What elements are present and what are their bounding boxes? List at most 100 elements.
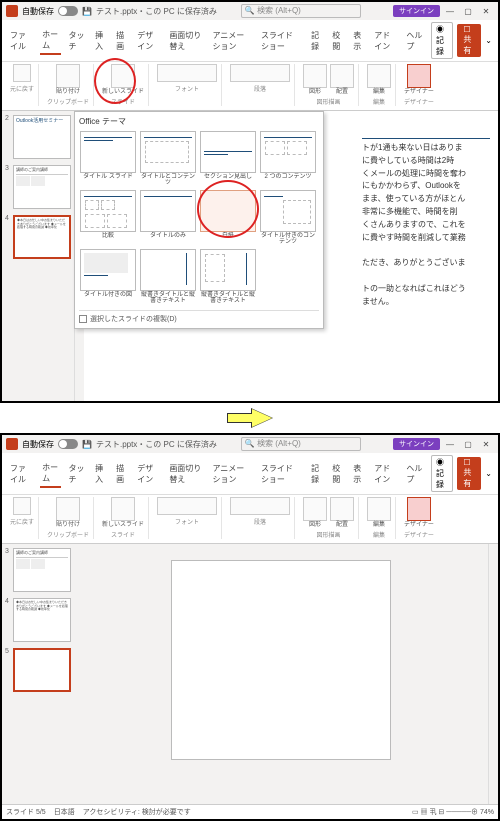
- autosave-toggle[interactable]: [58, 439, 78, 449]
- group-font: フォント: [175, 84, 199, 93]
- tab-addins[interactable]: アドイン: [372, 461, 398, 487]
- app-icon: [6, 5, 18, 17]
- tab-animations[interactable]: アニメーション: [210, 28, 252, 54]
- group-clipboard: クリップボード: [47, 97, 89, 106]
- language-indicator[interactable]: 日本語: [54, 807, 75, 817]
- edit-button[interactable]: [367, 64, 391, 88]
- layout-title-only[interactable]: タイトルのみ: [139, 190, 197, 247]
- para-box[interactable]: [230, 64, 290, 82]
- signin-button[interactable]: サインイン: [393, 5, 440, 17]
- layout-title-slide[interactable]: タイトル スライド: [79, 131, 137, 188]
- save-icon[interactable]: 💾: [82, 7, 92, 16]
- para-box[interactable]: [230, 497, 290, 515]
- status-bar: スライド 5/5 日本語 アクセシビリティ: 検討が必要です ▭ ▦ 丮 ⊟ ─…: [2, 804, 498, 819]
- layout-title-content[interactable]: タイトルとコンテンツ: [139, 131, 197, 188]
- tab-touch[interactable]: タッチ: [67, 28, 88, 54]
- tab-review[interactable]: 校閲: [330, 461, 345, 487]
- group-edit: 編集: [373, 97, 385, 106]
- tab-slideshow[interactable]: スライド ショー: [259, 461, 303, 487]
- tab-file[interactable]: ファイル: [8, 461, 34, 487]
- tab-home[interactable]: ホーム: [40, 460, 60, 488]
- screenshot-before: 自動保存 💾 テスト.pptx・この PC に保存済み 🔍 検索 (Alt+Q)…: [0, 0, 500, 403]
- layout-vertical-title-1[interactable]: 縦書きタイトルと縦書きテキスト: [139, 249, 197, 306]
- gallery-duplicate-option[interactable]: 選択したスライドの複製(D): [79, 310, 319, 324]
- tab-transitions[interactable]: 画面切り替え: [167, 28, 204, 54]
- paste-icon[interactable]: [56, 64, 80, 88]
- tab-touch[interactable]: タッチ: [67, 461, 88, 487]
- vertical-scrollbar[interactable]: [488, 544, 498, 804]
- tab-help[interactable]: ヘルプ: [404, 461, 425, 487]
- ribbon-tabs: ファイル ホーム タッチ 挿入 描画 デザイン 画面切り替え アニメーション ス…: [2, 20, 498, 62]
- slide-thumbnails-2: 3講師のご案内講師 4◆本日はお忙しい中お集まりいただきありがとうございます ◆…: [2, 544, 74, 804]
- save-icon[interactable]: 💾: [82, 440, 92, 449]
- gallery-heading: Office テーマ: [79, 116, 319, 127]
- undo-icon[interactable]: [13, 497, 31, 515]
- new-slide-button[interactable]: [111, 497, 135, 521]
- maximize-button[interactable]: ▢: [460, 4, 476, 18]
- layout-blank[interactable]: 白紙: [199, 190, 257, 247]
- tab-draw[interactable]: 描画: [114, 461, 129, 487]
- undo-icon[interactable]: [13, 64, 31, 82]
- maximize-button[interactable]: ▢: [460, 437, 476, 451]
- ribbon-2: 元に戻す 貼り付けクリップボード 新しいスライドスライド フォント 段落 図形 …: [2, 495, 498, 544]
- minimize-button[interactable]: —: [442, 437, 458, 451]
- signin-button[interactable]: サインイン: [393, 438, 440, 450]
- layout-two-content[interactable]: 2 つのコンテンツ: [259, 131, 317, 188]
- share-button[interactable]: ☐ 共有: [457, 24, 481, 57]
- tab-design[interactable]: デザイン: [135, 28, 161, 54]
- slide-body-text-partial: トが1通も来ない日はありま に費やしている時間は2時 くメールの処理に時間を奪わ…: [362, 135, 490, 308]
- tab-addins[interactable]: アドイン: [372, 28, 398, 54]
- minimize-button[interactable]: —: [442, 4, 458, 18]
- close-button[interactable]: ✕: [478, 437, 494, 451]
- tab-view[interactable]: 表示: [351, 461, 366, 487]
- layout-comparison[interactable]: 比較: [79, 190, 137, 247]
- edit-button[interactable]: [367, 497, 391, 521]
- tab-slideshow[interactable]: スライド ショー: [259, 28, 303, 54]
- thumbnail-4[interactable]: 4◆本日はお忙しい中お集まりいただきありがとうございます ◆メールを処理する時間…: [5, 598, 71, 642]
- thumbnail-3[interactable]: 3講師のご案内講師: [5, 548, 71, 592]
- tab-animations[interactable]: アニメーション: [210, 461, 252, 487]
- tab-record[interactable]: 記録: [309, 461, 324, 487]
- layout-content-caption[interactable]: タイトル付きのコンテンツ: [259, 190, 317, 247]
- record-button[interactable]: ◉ 記録: [431, 22, 453, 59]
- share-button[interactable]: ☐ 共有: [457, 457, 481, 490]
- layout-vertical-title-2[interactable]: 縦書きタイトルと縦書きテキスト: [199, 249, 257, 306]
- designer-button[interactable]: [407, 64, 431, 88]
- record-button[interactable]: ◉ 記録: [431, 455, 453, 492]
- font-box[interactable]: [157, 64, 217, 82]
- ribbon-collapse-icon[interactable]: ⌄: [485, 36, 492, 45]
- tab-record[interactable]: 記録: [309, 28, 324, 54]
- slide-canvas[interactable]: [74, 544, 488, 804]
- autosave-label: 自動保存: [22, 439, 54, 450]
- tab-draw[interactable]: 描画: [114, 28, 129, 54]
- paste-icon[interactable]: [56, 497, 80, 521]
- arrange-button[interactable]: [330, 64, 354, 88]
- tab-insert[interactable]: 挿入: [93, 28, 108, 54]
- tab-home[interactable]: ホーム: [40, 27, 60, 55]
- tab-transitions[interactable]: 画面切り替え: [167, 461, 204, 487]
- thumbnail-3[interactable]: 3講師のご案内講師: [5, 165, 71, 209]
- accessibility-status[interactable]: アクセシビリティ: 検討が必要です: [83, 807, 191, 817]
- close-button[interactable]: ✕: [478, 4, 494, 18]
- layout-picture-caption[interactable]: タイトル付きの図: [79, 249, 137, 306]
- search-input[interactable]: 🔍 検索 (Alt+Q): [241, 4, 361, 18]
- group-undo: 元に戻す: [10, 84, 34, 93]
- tab-design[interactable]: デザイン: [135, 461, 161, 487]
- ribbon-collapse-icon[interactable]: ⌄: [485, 469, 492, 478]
- view-buttons[interactable]: ▭ ▦ 丮 ⊟ ─────⊕ 74%: [412, 807, 494, 817]
- shapes-button[interactable]: [303, 497, 327, 521]
- tab-file[interactable]: ファイル: [8, 28, 34, 54]
- tab-view[interactable]: 表示: [351, 28, 366, 54]
- designer-button[interactable]: [407, 497, 431, 521]
- search-input[interactable]: 🔍 検索 (Alt+Q): [241, 437, 361, 451]
- shapes-button[interactable]: [303, 64, 327, 88]
- thumbnail-4[interactable]: 4◆本日はお忙しい中お集まりいただきありがとうございます ◆メールを処理する時間…: [5, 215, 71, 259]
- tab-review[interactable]: 校閲: [330, 28, 345, 54]
- tab-help[interactable]: ヘルプ: [404, 28, 425, 54]
- thumbnail-5[interactable]: 5: [5, 648, 71, 692]
- tab-insert[interactable]: 挿入: [93, 461, 108, 487]
- font-box[interactable]: [157, 497, 217, 515]
- thumbnail-2[interactable]: 2Outlook活用セミナー: [5, 115, 71, 159]
- autosave-toggle[interactable]: [58, 6, 78, 16]
- arrange-button[interactable]: [330, 497, 354, 521]
